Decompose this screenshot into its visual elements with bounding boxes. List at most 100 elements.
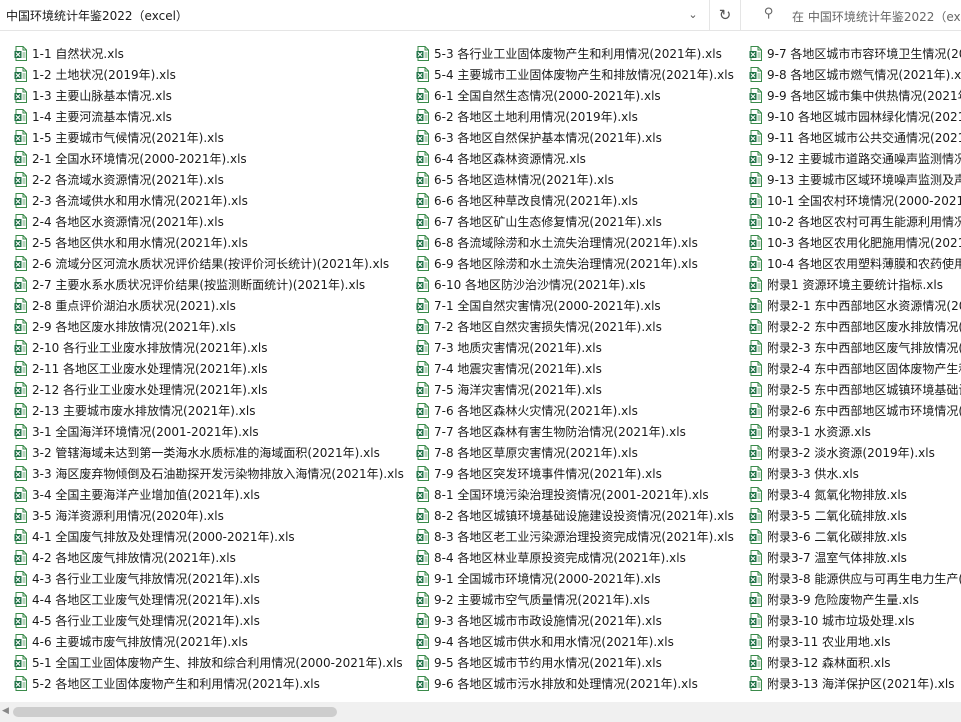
file-item[interactable]: 附录1 资源环境主要统计指标.xls bbox=[749, 274, 961, 295]
file-item[interactable]: 6-8 各流域除涝和水土流失治理情况(2021年).xls bbox=[416, 232, 746, 253]
file-item[interactable]: 10-4 各地区农用塑料薄膜和农药使用 bbox=[749, 253, 961, 274]
file-item[interactable]: 附录2-5 东中西部地区城镇环境基础设 bbox=[749, 379, 961, 400]
file-item[interactable]: 7-4 地震灾害情况(2021年).xls bbox=[416, 358, 746, 379]
file-item[interactable]: 6-10 各地区防沙治沙情况(2021年).xls bbox=[416, 274, 746, 295]
file-item[interactable]: 6-2 各地区土地利用情况(2019年).xls bbox=[416, 106, 746, 127]
file-item[interactable]: 9-6 各地区城市污水排放和处理情况(2021年).xls bbox=[416, 673, 746, 694]
file-item[interactable]: 6-3 各地区自然保护基本情况(2021年).xls bbox=[416, 127, 746, 148]
file-item[interactable]: 9-12 主要城市道路交通噪声监测情况 bbox=[749, 148, 961, 169]
file-item[interactable]: 5-1 全国工业固体废物产生、排放和综合利用情况(2000-2021年).xls bbox=[14, 652, 412, 673]
scroll-left-icon[interactable]: ◀ bbox=[2, 706, 9, 716]
chevron-down-icon[interactable]: ⌄ bbox=[683, 6, 703, 24]
file-item[interactable]: 2-11 各地区工业废水处理情况(2021年).xls bbox=[14, 358, 412, 379]
file-item[interactable]: 2-9 各地区废水排放情况(2021年).xls bbox=[14, 316, 412, 337]
search-box[interactable]: ⚲ 在 中国环境统计年鉴2022（exc bbox=[752, 0, 961, 30]
file-item[interactable]: 附录3-1 水资源.xls bbox=[749, 421, 961, 442]
file-item[interactable]: 附录3-11 农业用地.xls bbox=[749, 631, 961, 652]
file-item[interactable]: 1-5 主要城市气候情况(2021年).xls bbox=[14, 127, 412, 148]
refresh-button[interactable]: ↻ bbox=[709, 0, 741, 30]
file-item[interactable]: 2-10 各行业工业废水排放情况(2021年).xls bbox=[14, 337, 412, 358]
file-item[interactable]: 附录2-2 东中西部地区废水排放情况( bbox=[749, 316, 961, 337]
file-item[interactable]: 附录3-7 温室气体排放.xls bbox=[749, 547, 961, 568]
file-item[interactable]: 附录2-1 东中西部地区水资源情况(20 bbox=[749, 295, 961, 316]
file-item[interactable]: 4-5 各行业工业废气处理情况(2021年).xls bbox=[14, 610, 412, 631]
file-item[interactable]: 6-1 全国自然生态情况(2000-2021年).xls bbox=[416, 85, 746, 106]
file-item[interactable]: 2-8 重点评价湖泊水质状况(2021).xls bbox=[14, 295, 412, 316]
file-item[interactable]: 附录3-9 危险废物产生量.xls bbox=[749, 589, 961, 610]
file-item[interactable]: 2-12 各行业工业废水处理情况(2021年).xls bbox=[14, 379, 412, 400]
file-item[interactable]: 7-7 各地区森林有害生物防治情况(2021年).xls bbox=[416, 421, 746, 442]
file-item[interactable]: 8-2 各地区城镇环境基础设施建设投资情况(2021年).xls bbox=[416, 505, 746, 526]
file-item[interactable]: 6-6 各地区种草改良情况(2021年).xls bbox=[416, 190, 746, 211]
file-item[interactable]: 9-9 各地区城市集中供热情况(2021年 bbox=[749, 85, 961, 106]
file-item[interactable]: 9-10 各地区城市园林绿化情况(2021年 bbox=[749, 106, 961, 127]
file-item[interactable]: 9-13 主要城市区域环境噪声监测及声 bbox=[749, 169, 961, 190]
file-item[interactable]: 7-5 海洋灾害情况(2021年).xls bbox=[416, 379, 746, 400]
file-item[interactable]: 6-4 各地区森林资源情况.xls bbox=[416, 148, 746, 169]
file-item[interactable]: 2-1 全国水环境情况(2000-2021年).xls bbox=[14, 148, 412, 169]
file-item[interactable]: 3-1 全国海洋环境情况(2001-2021年).xls bbox=[14, 421, 412, 442]
file-item[interactable]: 7-8 各地区草原灾害情况(2021年).xls bbox=[416, 442, 746, 463]
file-item[interactable]: 7-1 全国自然灾害情况(2000-2021年).xls bbox=[416, 295, 746, 316]
file-item[interactable]: 3-3 海区废弃物倾倒及石油勘探开发污染物排放入海情况(2021年).xls bbox=[14, 463, 412, 484]
file-item[interactable]: 9-5 各地区城市节约用水情况(2021年).xls bbox=[416, 652, 746, 673]
file-item[interactable]: 9-4 各地区城市供水和用水情况(2021年).xls bbox=[416, 631, 746, 652]
file-item[interactable]: 9-1 全国城市环境情况(2000-2021年).xls bbox=[416, 568, 746, 589]
search-input[interactable]: 在 中国环境统计年鉴2022（exc bbox=[792, 8, 961, 25]
horizontal-scrollbar[interactable]: ◀ bbox=[0, 702, 961, 722]
file-item[interactable]: 附录3-8 能源供应与可再生电力生产( bbox=[749, 568, 961, 589]
file-item[interactable]: 3-2 管辖海域未达到第一类海水水质标准的海域面积(2021年).xls bbox=[14, 442, 412, 463]
file-item[interactable]: 1-3 主要山脉基本情况.xls bbox=[14, 85, 412, 106]
file-item[interactable]: 3-4 全国主要海洋产业增加值(2021年).xls bbox=[14, 484, 412, 505]
file-item[interactable]: 7-9 各地区突发环境事件情况(2021年).xls bbox=[416, 463, 746, 484]
file-item[interactable]: 附录3-12 森林面积.xls bbox=[749, 652, 961, 673]
file-item[interactable]: 8-1 全国环境污染治理投资情况(2001-2021年).xls bbox=[416, 484, 746, 505]
scrollbar-thumb[interactable] bbox=[13, 707, 337, 717]
file-item[interactable]: 7-3 地质灾害情况(2021年).xls bbox=[416, 337, 746, 358]
file-item[interactable]: 6-7 各地区矿山生态修复情况(2021年).xls bbox=[416, 211, 746, 232]
file-item[interactable]: 6-9 各地区除涝和水土流失治理情况(2021年).xls bbox=[416, 253, 746, 274]
file-item[interactable]: 4-2 各地区废气排放情况(2021年).xls bbox=[14, 547, 412, 568]
file-item[interactable]: 8-4 各地区林业草原投资完成情况(2021年).xls bbox=[416, 547, 746, 568]
file-item[interactable]: 附录3-6 二氧化碳排放.xls bbox=[749, 526, 961, 547]
file-item[interactable]: 4-6 主要城市废气排放情况(2021年).xls bbox=[14, 631, 412, 652]
file-item[interactable]: 5-2 各地区工业固体废物产生和利用情况(2021年).xls bbox=[14, 673, 412, 694]
file-item[interactable]: 6-5 各地区造林情况(2021年).xls bbox=[416, 169, 746, 190]
file-item[interactable]: 4-4 各地区工业废气处理情况(2021年).xls bbox=[14, 589, 412, 610]
file-item[interactable]: 9-11 各地区城市公共交通情况(2021年 bbox=[749, 127, 961, 148]
file-item[interactable]: 附录2-4 东中西部地区固体废物产生和 bbox=[749, 358, 961, 379]
address-path[interactable]: 中国环境统计年鉴2022（excel） bbox=[6, 7, 188, 24]
file-item[interactable]: 7-2 各地区自然灾害损失情况(2021年).xls bbox=[416, 316, 746, 337]
file-item[interactable]: 附录3-13 海洋保护区(2021年).xls bbox=[749, 673, 961, 694]
file-item[interactable]: 附录3-10 城市垃圾处理.xls bbox=[749, 610, 961, 631]
file-item[interactable]: 5-4 主要城市工业固体废物产生和排放情况(2021年).xls bbox=[416, 64, 746, 85]
file-item[interactable]: 3-5 海洋资源利用情况(2020年).xls bbox=[14, 505, 412, 526]
file-item[interactable]: 10-2 各地区农村可再生能源利用情况 bbox=[749, 211, 961, 232]
file-item[interactable]: 附录3-4 氮氧化物排放.xls bbox=[749, 484, 961, 505]
file-item[interactable]: 9-3 各地区城市市政设施情况(2021年).xls bbox=[416, 610, 746, 631]
file-item[interactable]: 8-3 各地区老工业污染源治理投资完成情况(2021年).xls bbox=[416, 526, 746, 547]
file-item[interactable]: 附录3-5 二氧化硫排放.xls bbox=[749, 505, 961, 526]
file-item[interactable]: 2-5 各地区供水和用水情况(2021年).xls bbox=[14, 232, 412, 253]
file-item[interactable]: 9-2 主要城市空气质量情况(2021年).xls bbox=[416, 589, 746, 610]
file-item[interactable]: 1-2 土地状况(2019年).xls bbox=[14, 64, 412, 85]
file-item[interactable]: 附录3-2 淡水资源(2019年).xls bbox=[749, 442, 961, 463]
file-item[interactable]: 5-3 各行业工业固体废物产生和利用情况(2021年).xls bbox=[416, 43, 746, 64]
file-item[interactable]: 附录2-6 东中西部地区城市环境情况( bbox=[749, 400, 961, 421]
file-item[interactable]: 2-2 各流域水资源情况(2021年).xls bbox=[14, 169, 412, 190]
file-item[interactable]: 2-13 主要城市废水排放情况(2021年).xls bbox=[14, 400, 412, 421]
file-item[interactable]: 7-6 各地区森林火灾情况(2021年).xls bbox=[416, 400, 746, 421]
file-item[interactable]: 2-4 各地区水资源情况(2021年).xls bbox=[14, 211, 412, 232]
file-item[interactable]: 2-3 各流域供水和用水情况(2021年).xls bbox=[14, 190, 412, 211]
file-item[interactable]: 10-3 各地区农用化肥施用情况(2021年 bbox=[749, 232, 961, 253]
file-item[interactable]: 1-1 自然状况.xls bbox=[14, 43, 412, 64]
file-item[interactable]: 4-3 各行业工业废气排放情况(2021年).xls bbox=[14, 568, 412, 589]
file-item[interactable]: 2-6 流域分区河流水质状况评价结果(按评价河长统计)(2021年).xls bbox=[14, 253, 412, 274]
file-item[interactable]: 附录2-3 东中西部地区废气排放情况( bbox=[749, 337, 961, 358]
file-item[interactable]: 9-8 各地区城市燃气情况(2021年).xls bbox=[749, 64, 961, 85]
file-item[interactable]: 附录3-3 供水.xls bbox=[749, 463, 961, 484]
file-item[interactable]: 1-4 主要河流基本情况.xls bbox=[14, 106, 412, 127]
file-item[interactable]: 2-7 主要水系水质状况评价结果(按监测断面统计)(2021年).xls bbox=[14, 274, 412, 295]
file-item[interactable]: 4-1 全国废气排放及处理情况(2000-2021年).xls bbox=[14, 526, 412, 547]
file-item[interactable]: 10-1 全国农村环境情况(2000-2021年 bbox=[749, 190, 961, 211]
